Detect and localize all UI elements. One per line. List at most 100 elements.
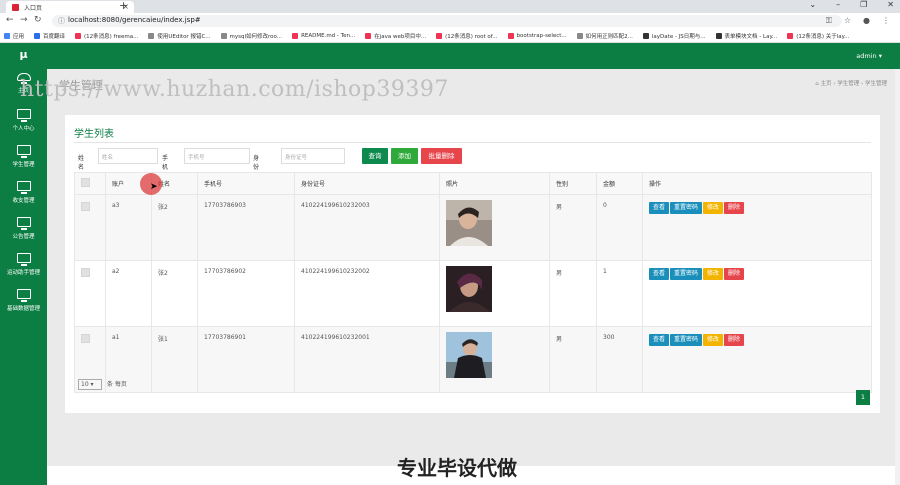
maximize-button[interactable]: ❐	[860, 0, 867, 13]
breadcrumb-home[interactable]: 主页	[821, 81, 832, 87]
cell-account: a2	[105, 260, 152, 327]
cell-gender: 男	[549, 326, 597, 393]
page-size-select[interactable]: 10 ▾	[78, 379, 102, 390]
sidebar-item-sports[interactable]: 运动助手管理	[0, 253, 47, 289]
delete-button[interactable]: 删除	[724, 202, 745, 214]
select-all-checkbox[interactable]	[81, 178, 90, 187]
key-icon[interactable]: ⚿	[826, 16, 832, 26]
reload-icon[interactable]: ↻	[34, 15, 42, 25]
search-button[interactable]: 查询	[362, 148, 388, 164]
bookmark-icon	[576, 32, 583, 39]
reset-password-button[interactable]: 重置密码	[670, 334, 703, 346]
new-tab-button[interactable]: +	[119, 0, 128, 12]
bookmark-item[interactable]: layDate - JS日期与...	[642, 32, 706, 40]
admin-menu[interactable]: admin ▾	[856, 52, 882, 60]
overlay-caption: 专业毕设代做	[397, 456, 517, 480]
cell-idcard: 410224199610232001	[294, 326, 440, 393]
cell-gender: 男	[549, 194, 597, 261]
bookmark-apps[interactable]: 应用	[4, 32, 24, 40]
top-header: admin ▾	[47, 43, 900, 69]
mouse-cursor-icon: ➤	[150, 182, 158, 192]
bookmark-item[interactable]: 使用UEditor 报错C...	[148, 32, 211, 40]
bookmark-item[interactable]: README.md - Ten...	[292, 32, 355, 39]
monitor-icon	[16, 253, 31, 266]
menu-icon[interactable]: ⋮	[882, 16, 890, 26]
phone-input[interactable]: 手机号	[184, 148, 250, 164]
column-header[interactable]: 性别	[549, 172, 597, 195]
cell-amount: 1	[596, 260, 643, 327]
bookmark-item[interactable]: (12条消息) 关于lay...	[787, 32, 849, 40]
minimize-button[interactable]: –	[836, 0, 840, 13]
cell-phone: 17703786901	[197, 326, 295, 393]
column-header[interactable]: 金额	[596, 172, 643, 195]
back-icon[interactable]: ←	[6, 15, 14, 25]
bookmark-item[interactable]: 百度翻译	[34, 32, 65, 40]
monitor-icon	[16, 109, 31, 122]
delete-button[interactable]: 删除	[724, 334, 745, 346]
cell-gender: 男	[549, 260, 597, 327]
tab-search-icon[interactable]: ⌄	[809, 0, 816, 13]
sidebar: μ 主页 个人中心 学生管理 收支管理 公告管理 运动助手管理 基础数据管理	[0, 43, 47, 485]
browser-tab[interactable]: 入口页 ×	[6, 1, 134, 13]
bookmark-icon	[220, 32, 227, 39]
cell-idcard: 410224199610232002	[294, 260, 440, 327]
student-table: 账户 姓名 手机号 身份证号 照片 性别 金额 操作 a3 张2 1770378…	[74, 172, 872, 393]
address-bar[interactable]: ⓘ localhost:8080/gerencaieu/index.jsp#	[52, 15, 842, 27]
row-checkbox[interactable]	[81, 268, 90, 277]
divider	[74, 142, 871, 143]
url-text[interactable]: localhost:8080/gerencaieu/index.jsp#	[68, 16, 201, 24]
edit-button[interactable]: 修改	[703, 202, 724, 214]
bookmark-item[interactable]: bootstrap-select...	[507, 32, 567, 39]
cell-name: 张2	[151, 260, 198, 327]
sidebar-item-profile[interactable]: 个人中心	[0, 109, 47, 145]
student-photo	[446, 332, 492, 378]
close-window-button[interactable]: ✕	[887, 0, 894, 13]
bookmark-item[interactable]: 如何用正则匹配2...	[576, 32, 633, 40]
column-header: 照片	[439, 172, 550, 195]
view-button[interactable]: 查看	[649, 334, 670, 346]
view-button[interactable]: 查看	[649, 202, 670, 214]
row-checkbox[interactable]	[81, 334, 90, 343]
window-controls: ⌄ – ❐ ✕	[809, 0, 894, 13]
breadcrumb-section[interactable]: 学生管理	[837, 81, 859, 87]
bookmark-item[interactable]: (12条消息) freema...	[75, 32, 138, 40]
reset-password-button[interactable]: 重置密码	[670, 268, 703, 280]
delete-button[interactable]: 删除	[724, 268, 745, 280]
page-size-control: 10 ▾ 条 每页	[78, 379, 127, 390]
bookmark-item[interactable]: mysql如何修改roo...	[220, 32, 282, 40]
cell-phone: 17703786903	[197, 194, 295, 261]
sidebar-item-students[interactable]: 学生管理	[0, 145, 47, 181]
batch-delete-button[interactable]: 批量删除	[421, 148, 462, 164]
cell-amount: 300	[596, 326, 643, 393]
forward-icon[interactable]: →	[20, 15, 28, 25]
bookmark-icon	[148, 32, 155, 39]
add-button[interactable]: 添加	[391, 148, 418, 164]
view-button[interactable]: 查看	[649, 268, 670, 280]
page-button-current[interactable]: 1	[856, 390, 870, 405]
sidebar-item-finance[interactable]: 收支管理	[0, 181, 47, 217]
row-checkbox[interactable]	[81, 202, 90, 211]
column-header[interactable]: 手机号	[197, 172, 295, 195]
profile-icon[interactable]: ●	[863, 16, 870, 26]
name-input[interactable]: 姓名	[98, 148, 158, 164]
sidebar-item-notices[interactable]: 公告管理	[0, 217, 47, 253]
cell-amount: 0	[596, 194, 643, 261]
monitor-icon	[16, 145, 31, 158]
breadcrumb: ⌂ 主页 › 学生管理 › 学生管理	[815, 79, 887, 87]
sidebar-item-basedata[interactable]: 基础数据管理	[0, 289, 47, 325]
bookmark-item[interactable]: 在java web项目中...	[365, 32, 426, 40]
info-icon[interactable]: ⓘ	[58, 16, 65, 26]
bookmark-item[interactable]: (12条消息) root of...	[436, 32, 498, 40]
reset-password-button[interactable]: 重置密码	[670, 202, 703, 214]
idcard-input[interactable]: 身份证号	[281, 148, 345, 164]
column-header[interactable]: 身份证号	[294, 172, 440, 195]
column-header: 操作	[642, 172, 872, 195]
bookmark-item[interactable]: 表单模块文档 - Lay...	[715, 32, 777, 40]
edit-button[interactable]: 修改	[703, 334, 724, 346]
home-icon: ⌂	[815, 81, 819, 87]
student-list-panel: 学生列表 姓名 姓名 手机号 手机号 身份证号 身份证号 查询 添加 批量删除 …	[65, 115, 880, 413]
tab-title: 入口页	[24, 5, 43, 12]
edit-button[interactable]: 修改	[703, 268, 724, 280]
bookmark-star-icon[interactable]: ☆	[844, 16, 851, 26]
apps-icon	[4, 32, 10, 39]
